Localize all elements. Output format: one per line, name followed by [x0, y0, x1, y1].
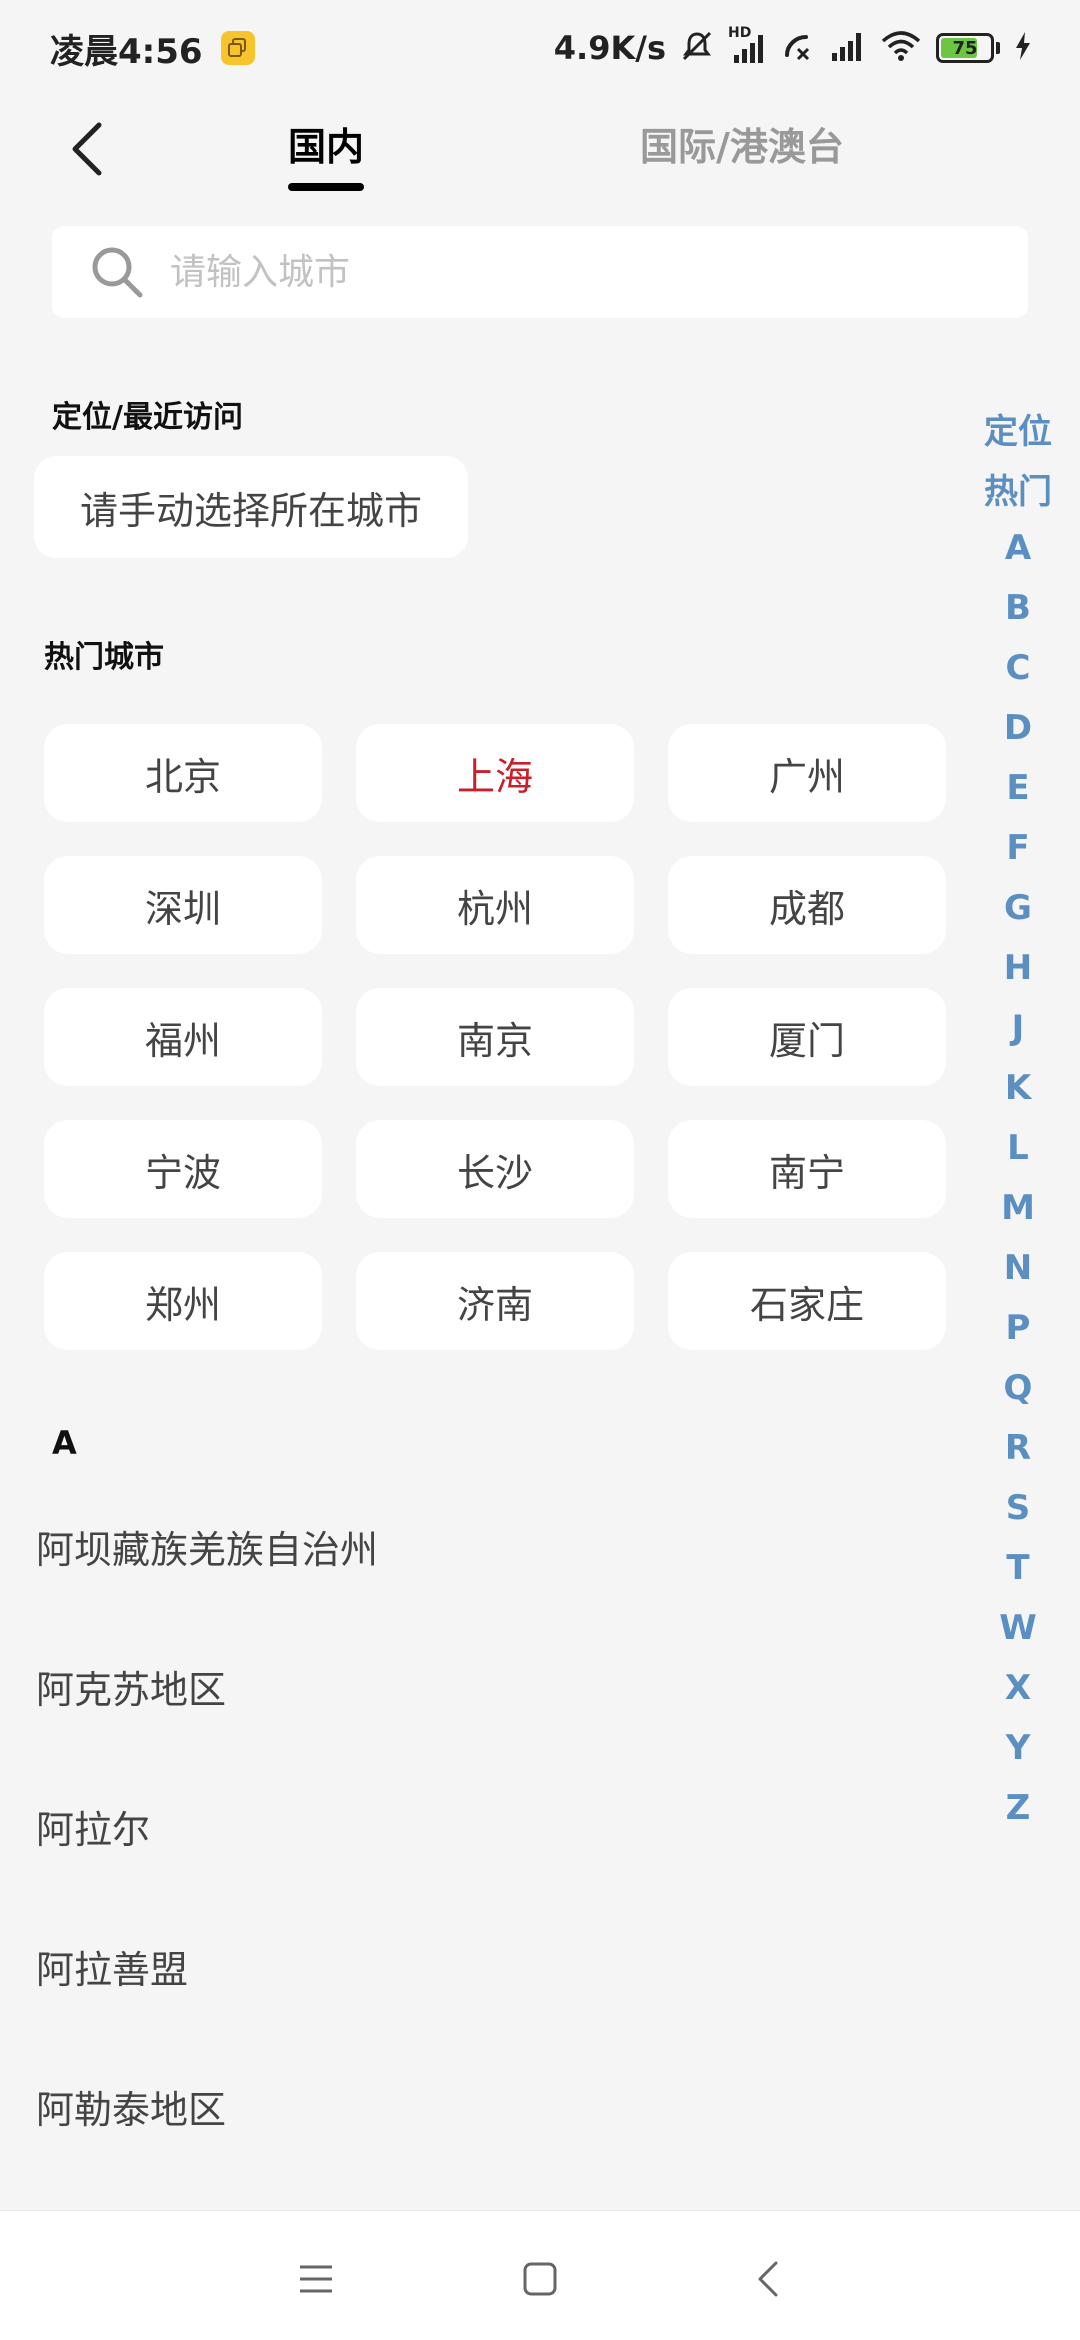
signal-hd-icon: HD	[728, 25, 768, 65]
status-bar: 凌晨4:56 4.9K/s HD 75	[0, 0, 1080, 96]
hot-city-chip[interactable]: 福州	[44, 988, 322, 1086]
search-box[interactable]	[52, 226, 1028, 318]
status-time: 凌晨4:56	[50, 31, 203, 72]
location-section-title: 定位/最近访问	[52, 400, 243, 435]
index-item[interactable]: Z	[978, 1778, 1058, 1838]
city-list-item[interactable]: 阿勒泰地区	[0, 2036, 960, 2176]
search-icon	[92, 247, 143, 298]
city-list-item[interactable]: 阿里地区	[0, 2176, 960, 2210]
index-item[interactable]: G	[978, 878, 1058, 938]
mute-bell-icon	[680, 29, 714, 67]
hot-city-chip[interactable]: 广州	[668, 724, 946, 822]
index-item[interactable]: H	[978, 938, 1058, 998]
menu-icon	[300, 2265, 332, 2293]
manual-select-city-button[interactable]: 请手动选择所在城市	[34, 456, 468, 558]
tab-international[interactable]: 国际/港澳台	[640, 116, 844, 171]
tab-international-label: 国际/港澳台	[640, 125, 844, 169]
hot-city-chip[interactable]: 石家庄	[668, 1252, 946, 1350]
system-back-button[interactable]	[738, 2249, 798, 2309]
hot-city-chip[interactable]: 上海	[356, 724, 634, 822]
index-item[interactable]: S	[978, 1478, 1058, 1538]
city-list-item[interactable]: 阿克苏地区	[0, 1616, 960, 1756]
letter-header-a: A	[52, 1424, 77, 1462]
index-item[interactable]: F	[978, 818, 1058, 878]
city-list: 阿坝藏族羌族自治州阿克苏地区阿拉尔阿拉善盟阿勒泰地区阿里地区	[0, 1476, 960, 2210]
hot-cities-grid: 北京 上海 广州深圳 杭州 成都福州 南京 厦门宁波 长沙 南宁郑州 济南 石家庄	[44, 724, 946, 1350]
index-item[interactable]: D	[978, 698, 1058, 758]
search-input[interactable]	[168, 250, 968, 294]
back-icon	[758, 2261, 778, 2297]
phone-missed-icon	[782, 31, 812, 65]
city-list-item[interactable]: 阿拉尔	[0, 1756, 960, 1896]
hot-city-chip[interactable]: 南宁	[668, 1120, 946, 1218]
index-item[interactable]: N	[978, 1238, 1058, 1298]
index-item[interactable]: R	[978, 1418, 1058, 1478]
index-item[interactable]: W	[978, 1598, 1058, 1658]
alphabet-index-bar[interactable]: 定位 热门 A B C D E F G H J K L M N P Q R S T W X Y Z	[978, 398, 1058, 1838]
signal-icon	[826, 29, 866, 67]
hot-city-chip[interactable]: 郑州	[44, 1252, 322, 1350]
recent-apps-button[interactable]	[286, 2249, 346, 2309]
hot-city-chip[interactable]: 北京	[44, 724, 322, 822]
index-item[interactable]: X	[978, 1658, 1058, 1718]
index-item[interactable]: L	[978, 1118, 1058, 1178]
network-speed: 4.9K/s	[553, 29, 666, 67]
index-item[interactable]: K	[978, 1058, 1058, 1118]
hot-cities-title: 热门城市	[44, 640, 164, 675]
hot-city-chip[interactable]: 深圳	[44, 856, 322, 954]
hot-city-chip[interactable]: 厦门	[668, 988, 946, 1086]
index-item[interactable]: 热门	[978, 458, 1058, 518]
tab-domestic-label: 国内	[288, 125, 365, 169]
home-icon	[523, 2262, 557, 2296]
index-item[interactable]: A	[978, 518, 1058, 578]
index-item[interactable]: B	[978, 578, 1058, 638]
system-nav-bar	[0, 2210, 1080, 2340]
index-item[interactable]: M	[978, 1178, 1058, 1238]
index-item[interactable]: 定位	[978, 398, 1058, 458]
hot-city-chip[interactable]: 杭州	[356, 856, 634, 954]
tab-active-indicator	[288, 183, 365, 191]
header: 国内 国际/港澳台	[0, 96, 1080, 216]
wifi-icon	[880, 29, 922, 67]
battery-icon: 75	[936, 33, 1000, 63]
city-list-item[interactable]: 阿拉善盟	[0, 1896, 960, 2036]
hot-city-chip[interactable]: 长沙	[356, 1120, 634, 1218]
charging-icon	[1014, 31, 1032, 65]
index-item[interactable]: T	[978, 1538, 1058, 1598]
app-notification-icon	[220, 31, 255, 65]
city-list-item[interactable]: 阿坝藏族羌族自治州	[0, 1476, 960, 1616]
tab-domestic[interactable]: 国内	[288, 116, 365, 191]
back-arrow-icon	[72, 122, 102, 176]
status-icons: 4.9K/s HD 75	[553, 25, 1032, 67]
battery-level: 75	[952, 37, 978, 59]
index-item[interactable]: J	[978, 998, 1058, 1058]
hot-city-chip[interactable]: 成都	[668, 856, 946, 954]
index-item[interactable]: Y	[978, 1718, 1058, 1778]
back-button[interactable]	[52, 114, 122, 184]
home-button[interactable]	[510, 2249, 570, 2309]
index-item[interactable]: E	[978, 758, 1058, 818]
index-item[interactable]: Q	[978, 1358, 1058, 1418]
hot-city-chip[interactable]: 济南	[356, 1252, 634, 1350]
hot-city-chip[interactable]: 宁波	[44, 1120, 322, 1218]
index-item[interactable]: P	[978, 1298, 1058, 1358]
index-item[interactable]: C	[978, 638, 1058, 698]
hot-city-chip[interactable]: 南京	[356, 988, 634, 1086]
